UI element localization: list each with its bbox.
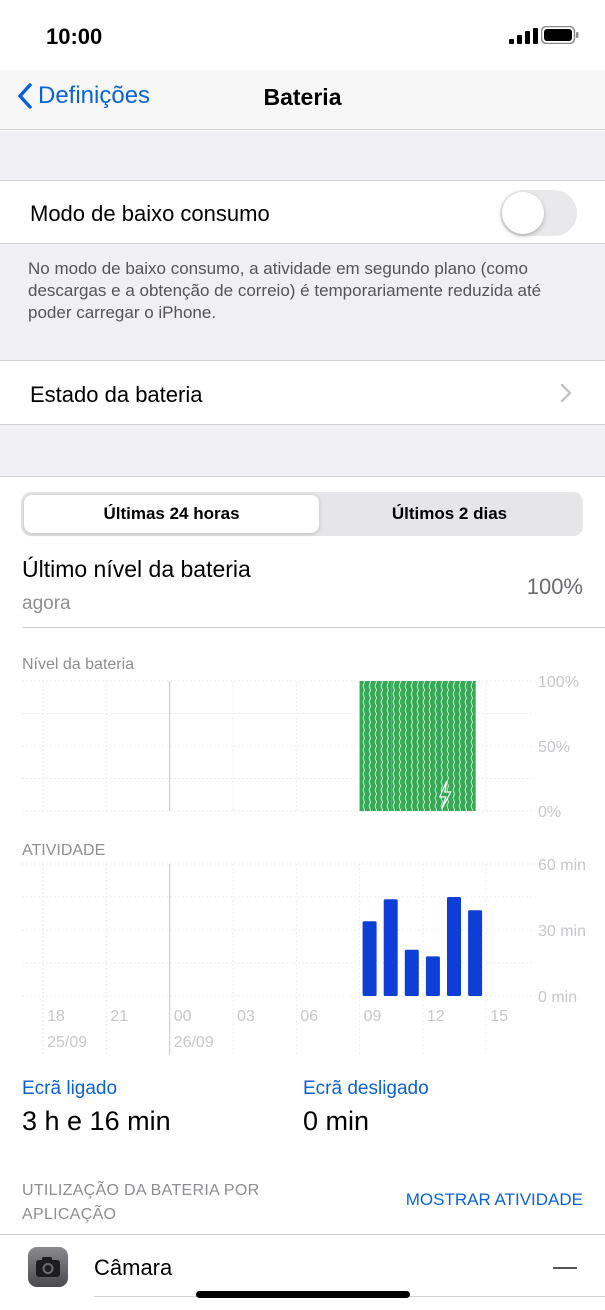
screen-on-label: Ecrã ligado <box>22 1078 118 1099</box>
last-battery-level-value: 100% <box>526 574 583 599</box>
section-spacer <box>0 131 605 181</box>
y-tick-label: 60 min <box>538 857 586 874</box>
app-row[interactable]: Câmara <box>0 1234 605 1298</box>
x-tick-label: 12 <box>427 1008 445 1025</box>
battery-level-bar <box>412 681 423 811</box>
x-tick-label: 18 <box>47 1008 65 1025</box>
x-tick-label: 03 <box>237 1008 255 1025</box>
last-battery-level-time: agora <box>22 593 71 614</box>
battery-level-bar <box>391 681 402 811</box>
show-activity-button[interactable]: MOSTRAR ATIVIDADE <box>340 1190 583 1210</box>
divider <box>22 627 605 628</box>
segment-last-2-days[interactable]: Últimos 2 dias <box>319 495 580 533</box>
battery-level-bar <box>422 681 434 811</box>
screen-off-label: Ecrã desligado <box>303 1078 429 1099</box>
low-power-mode-label: Modo de baixo consumo <box>30 201 270 226</box>
activity-bar <box>425 956 440 996</box>
y-tick-label: 0% <box>538 804 561 821</box>
segment-last-24-hours[interactable]: Últimas 24 horas <box>24 495 319 533</box>
x-tick-label: 09 <box>364 1008 382 1025</box>
status-bar: 10:00 <box>0 0 605 70</box>
battery-level-bar <box>359 681 371 811</box>
usage-dash <box>553 1267 577 1269</box>
x-tick-label: 00 <box>174 1008 192 1025</box>
battery-health-label: Estado da bateria <box>30 382 203 407</box>
y-tick-label: 100% <box>538 674 579 691</box>
battery-health-row[interactable]: Estado da bateria <box>0 360 605 425</box>
low-power-footnote: No modo de baixo consumo, a atividade em… <box>28 259 542 322</box>
screen-on-value: 3 h e 16 min <box>22 1106 171 1136</box>
activity-bar <box>362 921 377 996</box>
app-name: Câmara <box>94 1255 173 1280</box>
battery-level-bar <box>401 681 413 811</box>
battery-level-bar <box>380 681 392 811</box>
y-tick-label: 30 min <box>538 923 586 940</box>
x-tick-label: 06 <box>300 1008 318 1025</box>
navigation-bar: Definições Bateria <box>0 70 605 130</box>
page-title: Bateria <box>263 84 342 110</box>
x-date-label: 25/09 <box>47 1034 87 1051</box>
activity-bar <box>383 899 398 996</box>
activity-bar <box>468 910 483 996</box>
battery-status-icon <box>541 26 579 44</box>
battery-level-bar <box>370 681 381 811</box>
x-tick-label: 21 <box>110 1008 128 1025</box>
usage-by-app-header: UTILIZAÇÃO DA BATERIA POR APLICAÇÃO <box>22 1182 260 1223</box>
battery-level-bar <box>465 681 476 811</box>
camera-icon <box>28 1247 68 1287</box>
low-power-mode-toggle[interactable] <box>500 190 577 236</box>
low-power-mode-row: Modo de baixo consumo <box>0 180 605 244</box>
last-battery-level-title: Último nível da bateria <box>22 556 251 582</box>
battery-level-bar <box>454 681 466 811</box>
activity-bar <box>404 949 419 996</box>
activity-bar <box>447 897 461 996</box>
status-time: 10:00 <box>46 24 103 49</box>
activity-chart: 60 min 30 min 0 min 18 21 00 03 06 09 12 15 25/09 26… <box>22 857 586 1055</box>
home-indicator <box>196 1291 410 1298</box>
x-date-label: 26/09 <box>174 1034 214 1051</box>
time-range-segmented-control: Últimas 24 horas Últimos 2 dias <box>21 492 583 536</box>
chevron-right-icon <box>560 383 572 403</box>
y-tick-label: 50% <box>538 739 570 756</box>
cellular-signal-icon <box>509 28 538 44</box>
battery-level-chart: 100% 50% 0% <box>22 674 579 821</box>
x-tick-label: 15 <box>490 1008 508 1025</box>
y-tick-label: 0 min <box>538 989 577 1006</box>
section-spacer <box>0 425 605 477</box>
screen-off-value: 0 min <box>303 1106 370 1136</box>
toggle-knob <box>502 192 544 234</box>
